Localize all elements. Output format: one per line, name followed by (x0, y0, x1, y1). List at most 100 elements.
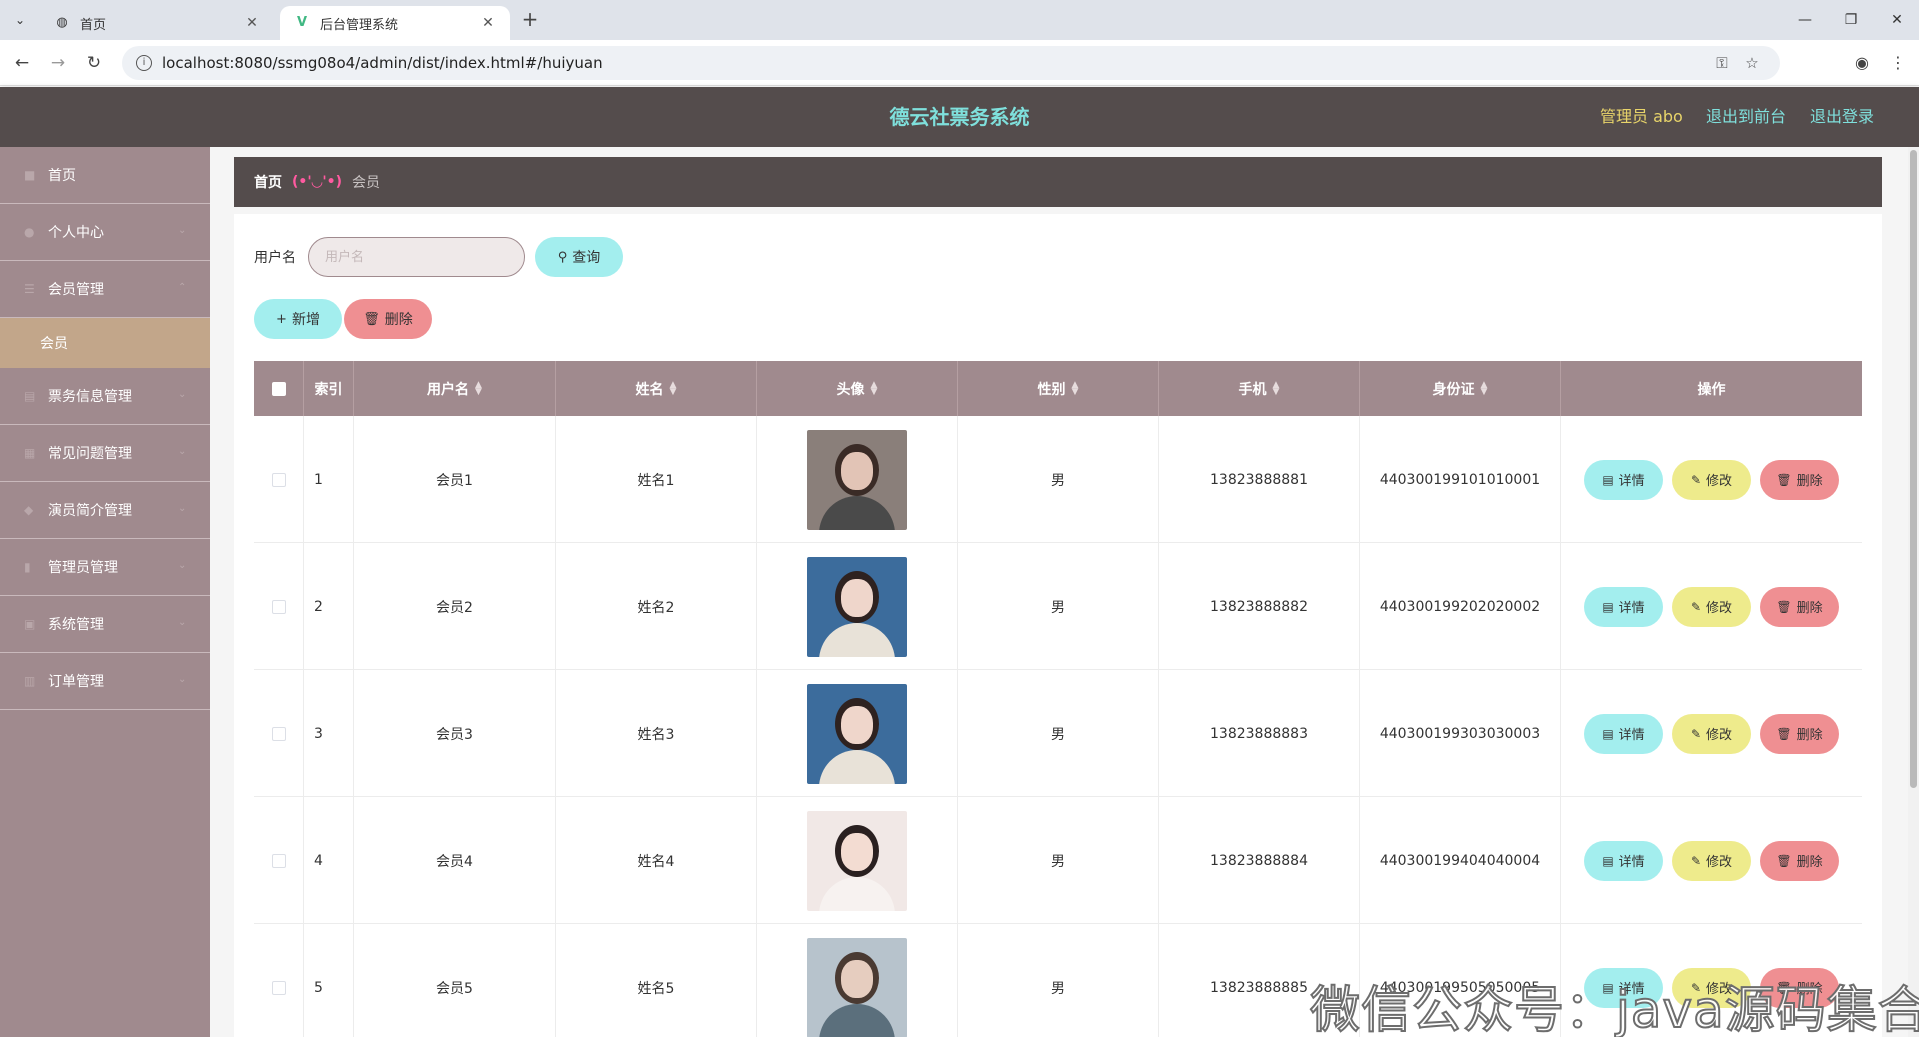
table-row: 1 会员1 姓名1 男 13823888881 4403001991010100… (254, 416, 1862, 543)
back-icon[interactable]: ← (10, 51, 34, 75)
row-checkbox[interactable] (271, 980, 286, 995)
tab-search-icon[interactable]: ⌄ (8, 9, 32, 31)
column-header-phone[interactable]: 手机 ▲ ▼ (1159, 361, 1360, 416)
delete-button[interactable]: 🗑 删除 (1760, 840, 1839, 881)
browser-tab-home[interactable]: ◍ 首页 ✕ (40, 6, 274, 40)
tab-title: 后台管理系统 (320, 17, 399, 33)
question-icon: ▦ (24, 446, 36, 460)
add-button[interactable]: + 新增 (254, 299, 342, 339)
sidebar: ■ 首页 ● 个人中心 ⌄ ☰ 会员管理 ⌃ 会员 ▤ 票务信息管理 ⌄ ▦ 常… (0, 147, 210, 1037)
close-icon[interactable]: ✕ (480, 15, 496, 31)
site-info-icon[interactable]: i (136, 55, 152, 71)
sidebar-item-system-management[interactable]: ▣ 系统管理 ⌄ (0, 596, 210, 653)
detail-button[interactable]: ▤ 详情 (1584, 586, 1663, 627)
column-header-avatar[interactable]: 头像 ▲ ▼ (757, 361, 958, 416)
cell-gender: 男 (958, 797, 1159, 924)
sidebar-item-label: 管理员管理 (48, 560, 118, 576)
breadcrumb: 首页 (•'◡'•) 会员 (234, 157, 1882, 207)
column-header-id-card[interactable]: 身份证 ▲ ▼ (1360, 361, 1561, 416)
sort-icon[interactable]: ▲ ▼ (1273, 380, 1280, 396)
sort-icon[interactable]: ▲ ▼ (670, 380, 677, 396)
cell-gender: 男 (958, 670, 1159, 797)
logout-link[interactable]: 退出登录 (1810, 87, 1874, 147)
sidebar-item-member-management[interactable]: ☰ 会员管理 ⌃ (0, 261, 210, 318)
document-icon: ▤ (1602, 853, 1614, 868)
sidebar-item-order-management[interactable]: ▥ 订单管理 ⌄ (0, 653, 210, 710)
cell-id-card: 440300199404040004 (1360, 797, 1561, 924)
address-bar[interactable]: i localhost:8080/ssmg08o4/admin/dist/ind… (122, 46, 1780, 80)
sidebar-item-admin-management[interactable]: ▮ 管理员管理 ⌄ (0, 539, 210, 596)
batch-delete-button[interactable]: 🗑 删除 (344, 299, 432, 339)
detail-button[interactable]: ▤ 详情 (1584, 840, 1663, 881)
cell-index: 2 (304, 543, 354, 670)
cell-name: 姓名5 (556, 924, 757, 1037)
search-icon: ⚲ (557, 249, 568, 265)
cell-avatar (757, 924, 958, 1037)
ticket-icon: ▤ (24, 389, 36, 403)
table-row: 3 会员3 姓名3 男 13823888883 4403001993030300… (254, 670, 1862, 797)
more-menu-icon[interactable]: ⋮ (1886, 51, 1910, 75)
sort-icon[interactable]: ▲ ▼ (475, 380, 482, 396)
column-header-name[interactable]: 姓名 ▲ ▼ (556, 361, 757, 416)
row-checkbox[interactable] (271, 726, 286, 741)
exit-to-front-link[interactable]: 退出到前台 (1706, 87, 1786, 147)
edit-button[interactable]: ✎ 修改 (1672, 713, 1751, 754)
trash-icon: 🗑 (1776, 472, 1792, 487)
scrollbar-thumb[interactable] (1910, 150, 1917, 788)
cell-gender: 男 (958, 924, 1159, 1037)
browser-tab-admin[interactable]: V 后台管理系统 ✕ (280, 6, 510, 40)
minimize-icon[interactable]: — (1790, 8, 1820, 32)
detail-button[interactable]: ▤ 详情 (1584, 713, 1663, 754)
cell-name: 姓名2 (556, 543, 757, 670)
edit-button[interactable]: ✎ 修改 (1672, 459, 1751, 500)
cell-phone: 13823888883 (1159, 670, 1360, 797)
breadcrumb-home[interactable]: 首页 (254, 172, 282, 192)
row-checkbox[interactable] (271, 599, 286, 614)
sort-icon[interactable]: ▲ ▼ (871, 380, 878, 396)
sidebar-item-home[interactable]: ■ 首页 (0, 147, 210, 204)
sort-icon[interactable]: ▲ ▼ (1072, 380, 1079, 396)
tab-title: 首页 (80, 17, 107, 33)
cell-phone: 13823888881 (1159, 416, 1360, 543)
sidebar-item-ticket-management[interactable]: ▤ 票务信息管理 ⌄ (0, 368, 210, 425)
column-header-username[interactable]: 用户名 ▲ ▼ (354, 361, 556, 416)
cell-avatar (757, 670, 958, 797)
sidebar-item-actor-management[interactable]: ◆ 演员简介管理 ⌄ (0, 482, 210, 539)
cell-gender: 男 (958, 416, 1159, 543)
cell-username: 会员2 (354, 543, 556, 670)
sidebar-subitem-member[interactable]: 会员 (0, 318, 210, 368)
search-button[interactable]: ⚲ 查询 (535, 237, 623, 277)
breadcrumb-separator: (•'◡'•) (292, 174, 343, 190)
restore-icon[interactable]: ❐ (1836, 8, 1866, 32)
new-tab-icon[interactable]: + (518, 8, 542, 32)
select-all-checkbox[interactable] (271, 381, 286, 396)
detail-button[interactable]: ▤ 详情 (1584, 459, 1663, 500)
delete-button[interactable]: 🗑 删除 (1760, 586, 1839, 627)
trash-icon: 🗑 (1776, 853, 1792, 868)
row-checkbox[interactable] (271, 853, 286, 868)
key-icon[interactable]: ⚿ (1712, 54, 1732, 72)
cell-name: 姓名3 (556, 670, 757, 797)
close-icon[interactable]: ✕ (244, 15, 260, 31)
edit-button[interactable]: ✎ 修改 (1672, 840, 1751, 881)
profile-icon[interactable]: ◉ (1850, 51, 1874, 75)
column-header-gender[interactable]: 性别 ▲ ▼ (958, 361, 1159, 416)
document-icon: ▤ (1602, 472, 1614, 487)
username-search-input[interactable] (308, 237, 525, 277)
row-checkbox[interactable] (271, 472, 286, 487)
forward-icon[interactable]: → (46, 51, 70, 75)
star-icon[interactable]: ☆ (1742, 54, 1762, 72)
sidebar-item-faq-management[interactable]: ▦ 常见问题管理 ⌄ (0, 425, 210, 482)
delete-button[interactable]: 🗑 删除 (1760, 459, 1839, 500)
sort-icon[interactable]: ▲ ▼ (1481, 380, 1488, 396)
edit-button[interactable]: ✎ 修改 (1672, 586, 1751, 627)
reload-icon[interactable]: ↻ (82, 51, 106, 75)
cell-username: 会员3 (354, 670, 556, 797)
table-row: 2 会员2 姓名2 男 13823888882 4403001992020200… (254, 543, 1862, 670)
sidebar-item-label: 首页 (48, 168, 76, 184)
delete-button[interactable]: 🗑 删除 (1760, 713, 1839, 754)
avatar (807, 937, 907, 1037)
window-close-icon[interactable]: ✕ (1882, 8, 1912, 32)
sidebar-item-profile[interactable]: ● 个人中心 ⌄ (0, 204, 210, 261)
cell-index: 4 (304, 797, 354, 924)
